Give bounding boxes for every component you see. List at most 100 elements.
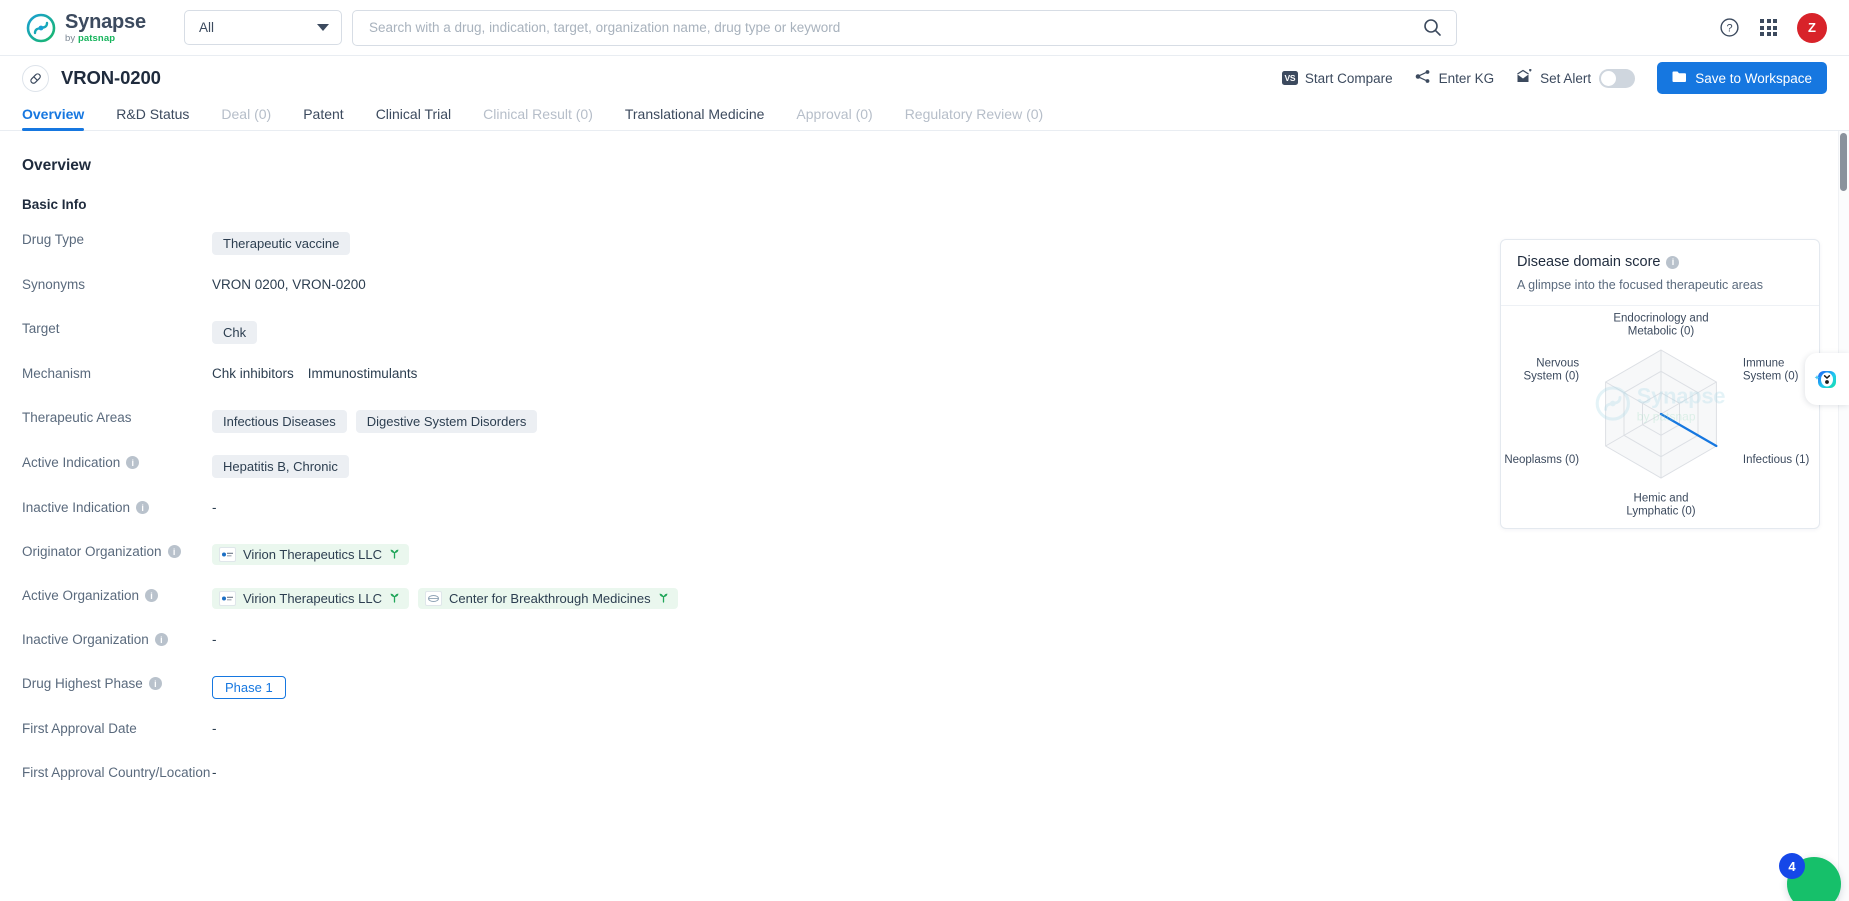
info-icon[interactable]: i xyxy=(1666,255,1680,269)
folder-icon xyxy=(1672,70,1687,86)
radar-svg: Endocrinology andMetabolic (0)ImmuneSyst… xyxy=(1504,313,1810,518)
enter-kg-label: Enter KG xyxy=(1438,70,1495,86)
drug-type-value: Therapeutic vaccine xyxy=(212,230,351,255)
active-indication-label-text: Active Indication xyxy=(22,455,121,470)
disease-domain-score-title: Disease domain score i xyxy=(1517,254,1803,270)
svg-text:Infectious (1): Infectious (1) xyxy=(1743,454,1810,466)
inactive-indication-label-text: Inactive Indication xyxy=(22,500,131,515)
tab-patent[interactable]: Patent xyxy=(287,106,359,130)
organization-name: Center for Breakthrough Medicines xyxy=(449,591,651,606)
phase-badge[interactable]: Phase 1 xyxy=(212,676,286,699)
drug-type-chip[interactable]: Therapeutic vaccine xyxy=(212,232,351,255)
therapeutic-area-chip-1[interactable]: Infectious Diseases xyxy=(212,410,347,433)
first-approval-date-label: First Approval Date xyxy=(22,721,137,736)
inactive-organization-label-text: Inactive Organization xyxy=(22,632,149,647)
drug-type-label: Drug Type xyxy=(22,232,85,247)
mechanism-value: Chk inhibitors Immunostimulants xyxy=(212,364,417,381)
info-icon[interactable]: i xyxy=(167,545,181,558)
top-navigation-bar: Synapse by patsnap All ? Z xyxy=(0,0,1849,56)
info-icon[interactable]: i xyxy=(136,501,150,514)
search-scope-dropdown[interactable]: All xyxy=(184,10,342,45)
basic-info-heading: Basic Info xyxy=(22,197,87,212)
logo-tagline: by patsnap xyxy=(65,32,116,44)
info-icon[interactable]: i xyxy=(126,456,140,469)
info-icon[interactable]: i xyxy=(145,589,159,602)
user-avatar[interactable]: Z xyxy=(1797,12,1827,43)
organization-chip[interactable]: Virion Therapeutics LLC xyxy=(212,544,409,565)
inactive-organization-value: - xyxy=(212,632,217,647)
originator-organization-label-text: Originator Organization xyxy=(22,544,162,559)
tab-clinical-trial[interactable]: Clinical Trial xyxy=(360,106,467,130)
mechanism-item-1[interactable]: Chk inhibitors xyxy=(212,366,294,381)
logo-title: Synapse xyxy=(65,10,146,33)
global-search-bar[interactable] xyxy=(352,9,1457,46)
sprout-icon xyxy=(658,591,669,606)
apps-grid-icon[interactable] xyxy=(1760,19,1777,36)
set-alert-toggle[interactable] xyxy=(1599,68,1636,88)
organization-chip[interactable]: Virion Therapeutics LLC xyxy=(212,588,409,609)
organization-chip[interactable]: Center for Breakthrough Medicines xyxy=(418,588,678,609)
svg-text:Immune: Immune xyxy=(1743,358,1785,370)
sprout-icon xyxy=(389,591,400,606)
active-organization-value: Virion Therapeutics LLC Center for Break… xyxy=(212,586,678,609)
search-input[interactable] xyxy=(369,20,1415,35)
svg-text:Hemic and: Hemic and xyxy=(1634,493,1689,505)
tab-regulatory-review: Regulatory Review (0) xyxy=(904,106,1044,122)
mechanism-item-2[interactable]: Immunostimulants xyxy=(308,366,418,381)
alert-envelope-icon xyxy=(1516,69,1533,87)
therapeutic-area-chip-2[interactable]: Digestive System Disorders xyxy=(355,410,538,433)
row-first-approval-country: First Approval Country/Location - xyxy=(22,763,1827,787)
synapse-logo-icon xyxy=(26,13,56,43)
start-compare-label: Start Compare xyxy=(1304,70,1393,86)
svg-text:Metabolic (0): Metabolic (0) xyxy=(1628,326,1695,338)
drug-highest-phase-value: Phase 1 xyxy=(212,674,286,699)
chat-unread-badge[interactable]: 4 xyxy=(1779,853,1805,879)
vertical-scrollbar-thumb[interactable] xyxy=(1840,133,1847,191)
active-indication-label: Active Indication i xyxy=(22,453,212,470)
drug-title-bar: VRON-0200 VS Start Compare Enter KG Set … xyxy=(0,56,1849,100)
active-indication-chip[interactable]: Hepatitis B, Chronic xyxy=(212,455,349,478)
row-inactive-organization: Inactive Organization i - xyxy=(22,630,1827,654)
tab-deal: Deal (0) xyxy=(221,106,272,122)
row-originator-organization: Originator Organization i Virion Therape… xyxy=(22,542,1827,566)
target-chip[interactable]: Chk xyxy=(212,321,258,344)
svg-text:?: ? xyxy=(1726,23,1732,35)
disease-domain-radar-chart: Synapse by patsnap Endocrinology and Meta… xyxy=(1501,306,1819,528)
versus-icon: VS xyxy=(1281,71,1298,85)
info-icon[interactable]: i xyxy=(154,633,168,646)
active-organization-label: Active Organization i xyxy=(22,586,212,603)
search-icon[interactable] xyxy=(1415,18,1442,37)
pill-capsule-icon xyxy=(22,64,49,92)
top-bar-actions: ? Z xyxy=(1695,12,1827,43)
tab-approval: Approval (0) xyxy=(796,106,873,122)
tab-overview[interactable]: Overview xyxy=(22,106,100,131)
synapse-logo[interactable]: Synapse by patsnap xyxy=(26,12,176,44)
inactive-indication-label: Inactive Indication i xyxy=(22,498,212,515)
inactive-organization-label: Inactive Organization i xyxy=(22,630,212,647)
vertical-scrollbar-track[interactable] xyxy=(1838,131,1849,901)
svg-text:Lymphatic (0): Lymphatic (0) xyxy=(1626,506,1695,518)
disease-domain-score-card: Disease domain score i A glimpse into th… xyxy=(1500,239,1820,529)
help-icon[interactable]: ? xyxy=(1719,17,1740,38)
tab-translational-medicine[interactable]: Translational Medicine xyxy=(609,106,781,130)
tab-rd-status[interactable]: R&D Status xyxy=(100,106,205,130)
disease-domain-score-subtitle: A glimpse into the focused therapeutic a… xyxy=(1517,278,1763,292)
chevron-down-icon xyxy=(317,24,329,31)
set-alert-label: Set Alert xyxy=(1540,70,1592,86)
first-approval-country-label: First Approval Country/Location xyxy=(22,765,211,780)
save-to-workspace-button[interactable]: Save to Workspace xyxy=(1657,62,1827,94)
inactive-indication-value: - xyxy=(212,500,217,515)
start-compare-button[interactable]: VS Start Compare xyxy=(1281,70,1393,86)
svg-text:System (0): System (0) xyxy=(1524,371,1580,383)
overview-content: Overview Basic Info Drug Type Therapeuti… xyxy=(0,131,1849,901)
info-icon[interactable]: i xyxy=(148,677,162,690)
ai-assistant-button[interactable] xyxy=(1805,353,1849,405)
enter-kg-button[interactable]: Enter KG xyxy=(1415,69,1495,87)
knowledge-graph-icon xyxy=(1415,69,1432,87)
target-label: Target xyxy=(22,321,60,336)
svg-text:Nervous: Nervous xyxy=(1536,358,1579,370)
set-alert-control[interactable]: Set Alert xyxy=(1516,68,1636,88)
target-value: Chk xyxy=(212,319,258,344)
drug-highest-phase-label-text: Drug Highest Phase xyxy=(22,676,143,691)
detail-tabs: Overview R&D Status Deal (0) Patent Clin… xyxy=(0,100,1849,131)
